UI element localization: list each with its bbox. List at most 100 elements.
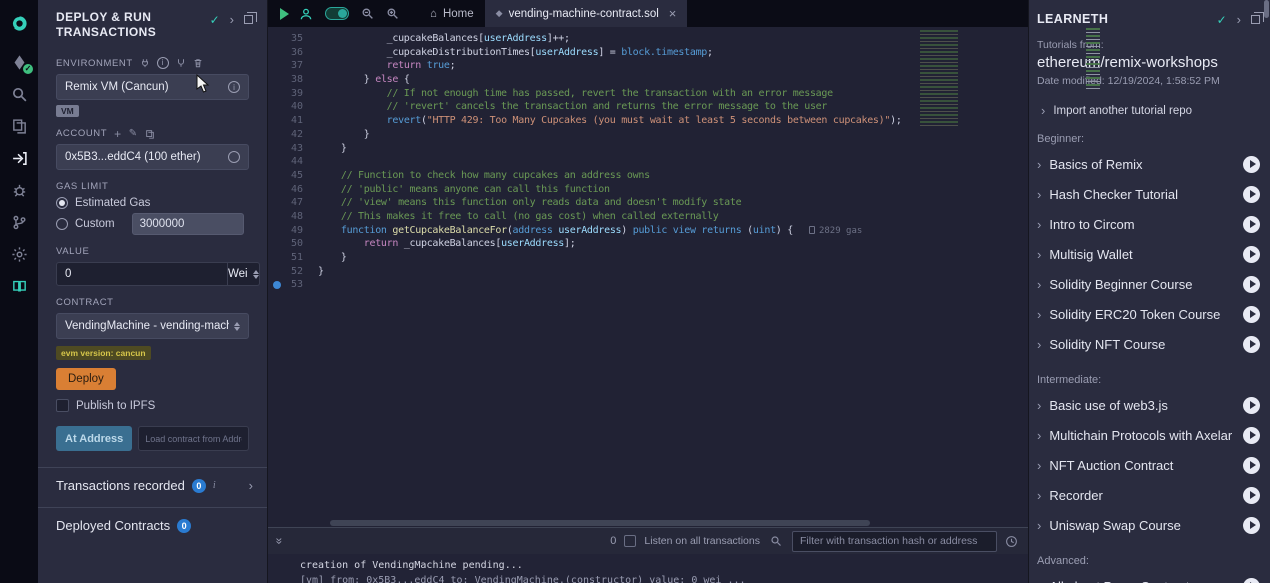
play-tutorial-button[interactable] [1243, 397, 1260, 414]
line-number[interactable]: 37 [268, 59, 318, 73]
play-tutorial-button[interactable] [1243, 186, 1260, 203]
line-number[interactable]: 50 [268, 237, 318, 251]
tutorial-item[interactable]: ›Solidity ERC20 Token Course [1037, 299, 1260, 329]
line-number[interactable]: 44 [268, 155, 318, 169]
deploy-button[interactable]: Deploy [56, 368, 116, 390]
source-control-icon[interactable] [0, 206, 38, 238]
terminal-log-transaction[interactable]: [vm] from: 0x5B3...eddC4 to: VendingMach… [300, 573, 1028, 583]
tutorial-item[interactable]: ›Intro to Circom [1037, 209, 1260, 239]
line-number[interactable]: 40 [268, 100, 318, 114]
line-number[interactable]: 41 [268, 114, 318, 128]
play-tutorial-button[interactable] [1243, 336, 1260, 353]
add-account-icon[interactable]: + [114, 129, 122, 139]
line-number[interactable]: 43 [268, 142, 318, 156]
transactions-expand-icon[interactable]: › [249, 478, 253, 493]
import-tutorial-repo[interactable]: › Import another tutorial repo [1041, 103, 1260, 118]
remix-ai-assistant-icon[interactable] [299, 7, 313, 21]
panel-chevron-icon[interactable]: › [230, 12, 234, 27]
play-tutorial-button[interactable] [1243, 457, 1260, 474]
transaction-filter-input[interactable] [792, 531, 997, 552]
play-tutorial-button[interactable] [1243, 276, 1260, 293]
line-number[interactable]: 46 [268, 183, 318, 197]
value-input[interactable] [56, 262, 228, 286]
tutorial-item[interactable]: ›Multisig Wallet [1037, 239, 1260, 269]
learneth-icon[interactable] [0, 270, 38, 302]
code-editor[interactable]: 35363738394041424344454647484950515253 _… [268, 27, 1028, 527]
terminal-log-pending[interactable]: creation of VendingMachine pending... [300, 558, 1028, 573]
account-copy-icon[interactable] [228, 151, 240, 163]
custom-gas-option[interactable]: Custom [56, 213, 249, 235]
tutorial-item[interactable]: ›Multichain Protocols with Axelar [1037, 420, 1260, 450]
run-script-play-icon[interactable] [280, 8, 289, 20]
play-tutorial-button[interactable] [1243, 156, 1260, 173]
estimated-gas-radio[interactable] [56, 197, 68, 209]
line-number[interactable]: 51 [268, 251, 318, 265]
environment-select[interactable]: Remix VM (Cancun) i [56, 74, 249, 100]
terminal-search-icon[interactable] [770, 535, 782, 547]
info-icon[interactable]: i [157, 57, 169, 69]
play-tutorial-button[interactable] [1243, 427, 1260, 444]
estimated-gas-option[interactable]: Estimated Gas [56, 197, 249, 209]
tutorial-item[interactable]: ›Basics of Remix [1037, 149, 1260, 179]
play-tutorial-button[interactable] [1243, 246, 1260, 263]
line-number[interactable]: 38 [268, 73, 318, 87]
transactions-info-icon[interactable]: i [213, 481, 216, 491]
editor-horizontal-scrollbar[interactable] [330, 520, 870, 526]
tutorial-item[interactable]: ›Basic use of web3.js [1037, 390, 1260, 420]
editor-minimap[interactable] [920, 30, 958, 126]
line-number[interactable]: 52 [268, 265, 318, 279]
value-unit-select[interactable]: Wei [228, 262, 260, 286]
environment-info-icon[interactable]: i [228, 81, 240, 93]
at-address-button[interactable]: At Address [56, 426, 132, 451]
learneth-scrollbar[interactable] [1264, 0, 1269, 18]
line-number[interactable]: 36 [268, 46, 318, 60]
tab-home[interactable]: ⌂ Home [419, 0, 485, 27]
edit-account-icon[interactable]: ✎ [129, 129, 138, 139]
remix-logo-icon[interactable] [0, 6, 38, 40]
deploy-and-run-icon[interactable] [0, 142, 38, 174]
publish-ipfs-checkbox[interactable] [56, 399, 69, 412]
fork-icon[interactable] [176, 58, 186, 68]
line-number[interactable]: 47 [268, 196, 318, 210]
tab-vending-machine-contract[interactable]: ◆ vending-machine-contract.sol × [485, 0, 688, 27]
play-tutorial-button[interactable] [1243, 578, 1260, 583]
custom-gas-radio[interactable] [56, 218, 68, 230]
custom-gas-input[interactable] [132, 213, 244, 235]
play-tutorial-button[interactable] [1243, 216, 1260, 233]
line-number[interactable]: 39 [268, 87, 318, 101]
tutorial-item[interactable]: ›Solidity Beginner Course [1037, 269, 1260, 299]
pending-transactions-icon[interactable] [1005, 535, 1018, 548]
line-number[interactable]: 48 [268, 210, 318, 224]
tutorial-item[interactable]: ›Uniswap Swap Course [1037, 510, 1260, 540]
copy-account-icon[interactable] [145, 129, 155, 139]
tutorial-item[interactable]: ›All about Proxy Contracts [1037, 571, 1260, 583]
at-address-input[interactable] [138, 426, 249, 451]
tutorial-item[interactable]: ›Recorder [1037, 480, 1260, 510]
play-tutorial-button[interactable] [1243, 306, 1260, 323]
learneth-chevron-icon[interactable]: › [1237, 12, 1241, 27]
line-number[interactable]: 45 [268, 169, 318, 183]
close-tab-icon[interactable]: × [669, 6, 677, 21]
settings-gear-icon[interactable] [0, 238, 38, 270]
solidity-compiler-icon[interactable]: ✓ [0, 46, 38, 78]
learneth-popout-icon[interactable] [1251, 15, 1260, 24]
contract-select[interactable]: VendingMachine - vending-machin [56, 313, 249, 339]
debugger-icon[interactable] [0, 174, 38, 206]
account-select[interactable]: 0x5B3...eddC4 (100 ether) [56, 144, 249, 170]
terminal-collapse-icon[interactable]: » [272, 538, 286, 545]
copilot-toggle[interactable] [325, 7, 349, 20]
line-number[interactable]: 53 [268, 278, 318, 292]
search-icon[interactable] [0, 78, 38, 110]
file-explorer-icon[interactable] [0, 110, 38, 142]
plug-icon[interactable] [140, 58, 150, 68]
tutorial-item[interactable]: ›Solidity NFT Course [1037, 329, 1260, 359]
zoom-in-icon[interactable] [386, 7, 399, 20]
panel-popout-icon[interactable] [244, 15, 253, 24]
play-tutorial-button[interactable] [1243, 487, 1260, 504]
transactions-recorded-section[interactable]: Transactions recorded 0 i › [38, 467, 267, 503]
tutorial-item[interactable]: ›Hash Checker Tutorial [1037, 179, 1260, 209]
listen-all-transactions-checkbox[interactable] [624, 535, 636, 547]
zoom-out-icon[interactable] [361, 7, 374, 20]
line-number[interactable]: 35 [268, 32, 318, 46]
line-number[interactable]: 42 [268, 128, 318, 142]
